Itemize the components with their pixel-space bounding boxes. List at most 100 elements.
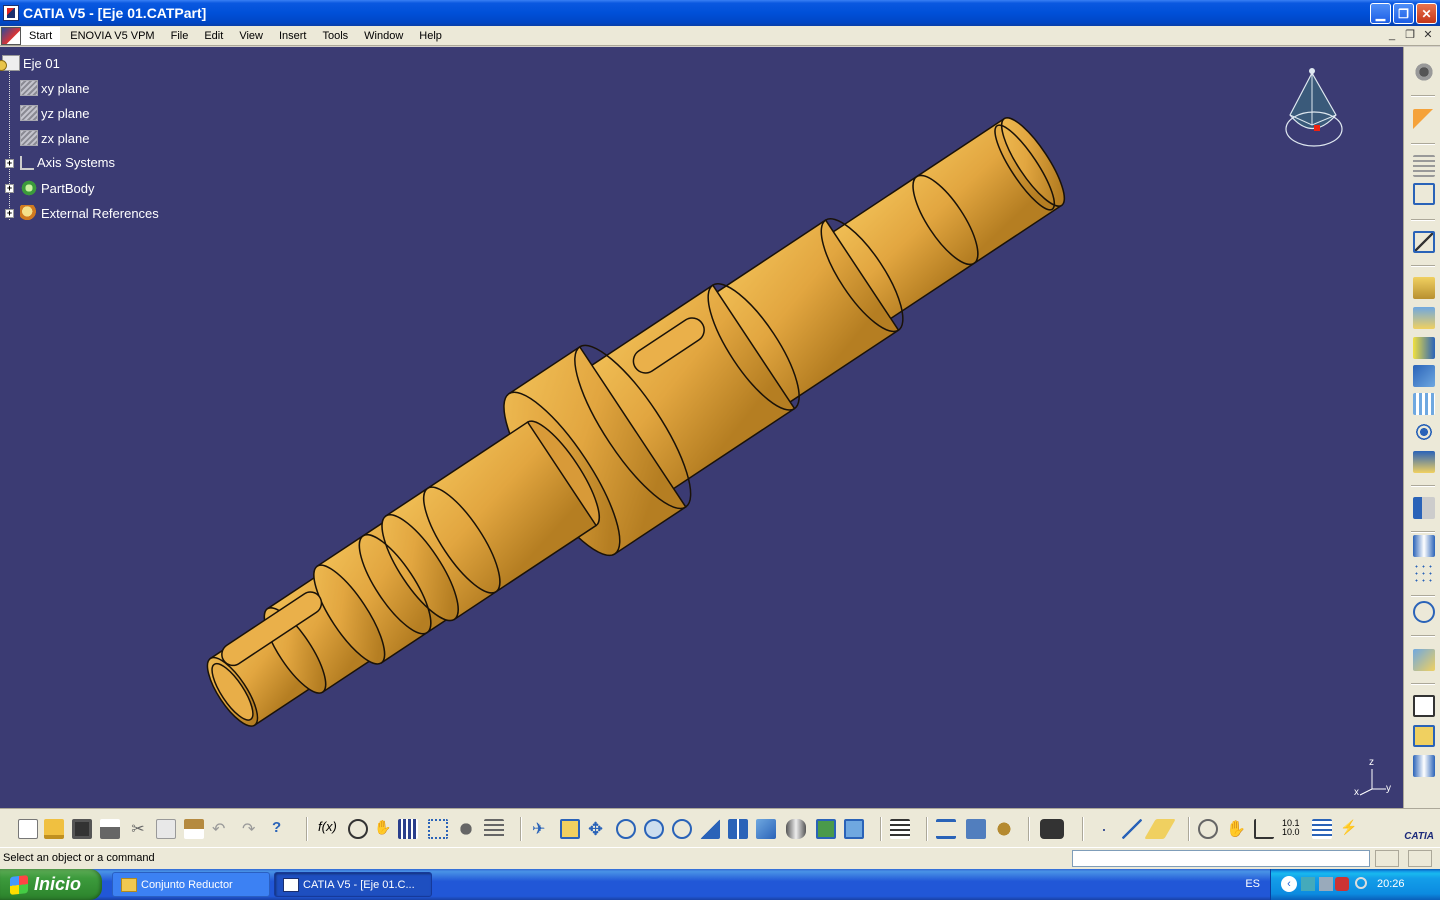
whats-this-icon[interactable]: ?: [272, 819, 292, 839]
inertia-icon[interactable]: [994, 819, 1014, 839]
menu-help[interactable]: Help: [411, 27, 450, 45]
select-arrow-icon[interactable]: [1413, 109, 1435, 131]
fly-icon[interactable]: ✈: [532, 819, 552, 839]
pan-icon[interactable]: ✥: [588, 819, 608, 839]
hide-show-icon[interactable]: [816, 819, 836, 839]
doc-minimize-button[interactable]: _: [1384, 28, 1400, 42]
groove-icon[interactable]: [1413, 365, 1435, 387]
catalog-icon[interactable]: [456, 819, 476, 839]
rib-icon[interactable]: [1413, 421, 1435, 443]
boolean-icon[interactable]: [1413, 649, 1435, 671]
start-label: Inicio: [34, 874, 82, 894]
window-title: CATIA V5 - [Eje 01.CATPart]: [23, 5, 207, 21]
network-icon[interactable]: [1301, 877, 1315, 891]
render-style-icon[interactable]: [786, 819, 806, 839]
fillet-icon[interactable]: [1413, 451, 1435, 473]
menu-insert[interactable]: Insert: [271, 27, 315, 45]
start-button[interactable]: Inicio: [0, 869, 102, 900]
table-icon[interactable]: [1413, 155, 1435, 177]
stop-command-button[interactable]: [1408, 850, 1432, 867]
show-hidden-icons-icon[interactable]: ‹: [1281, 876, 1297, 892]
pad-icon[interactable]: [1413, 277, 1435, 299]
command-input[interactable]: [1072, 850, 1370, 867]
menu-enovia[interactable]: ENOVIA V5 VPM: [62, 27, 162, 45]
shaft-model[interactable]: [0, 47, 1403, 808]
clock[interactable]: 20:26: [1377, 878, 1405, 890]
shaft-icon[interactable]: [1413, 337, 1435, 359]
menu-start[interactable]: Start: [21, 26, 61, 45]
menu-window[interactable]: Window: [356, 27, 411, 45]
volume-icon[interactable]: [1319, 877, 1333, 891]
draft-icon[interactable]: [1413, 535, 1435, 557]
multi-view-icon[interactable]: [728, 819, 748, 839]
doc-restore-button[interactable]: ❐: [1402, 28, 1418, 42]
task-catia[interactable]: CATIA V5 - [Eje 01.C...: [274, 872, 432, 897]
knowledge-icon[interactable]: [348, 819, 368, 839]
menu-view[interactable]: View: [231, 27, 271, 45]
frame-icon[interactable]: [1413, 183, 1435, 205]
undo-icon[interactable]: ↶: [212, 819, 232, 839]
command-list-button[interactable]: [1375, 850, 1399, 867]
save-icon[interactable]: [72, 819, 92, 839]
copy-icon[interactable]: [156, 819, 176, 839]
catia-app-icon[interactable]: [3, 5, 19, 21]
catia-menu-icon[interactable]: [1, 26, 21, 45]
formula-icon[interactable]: f(x): [318, 819, 338, 839]
paste-icon[interactable]: [184, 819, 204, 839]
analysis-icon[interactable]: ⚡: [1340, 819, 1360, 839]
windows-logo-icon: [10, 874, 28, 895]
security-icon[interactable]: [1335, 877, 1349, 891]
hand-icon[interactable]: ✋: [1226, 819, 1246, 839]
print-icon[interactable]: [100, 819, 120, 839]
measure-between-icon[interactable]: [936, 819, 956, 839]
compass-icon[interactable]: [1284, 67, 1348, 151]
open-icon[interactable]: [44, 819, 64, 839]
zoom-out-icon[interactable]: [672, 819, 692, 839]
sketch-icon[interactable]: [1413, 231, 1435, 253]
measure-icon[interactable]: [1413, 755, 1435, 777]
plane-icon[interactable]: [1144, 819, 1176, 839]
restore-button[interactable]: ❐: [1393, 3, 1414, 24]
update-icon[interactable]: [890, 819, 910, 839]
normal-view-icon[interactable]: [700, 819, 720, 839]
table-icon[interactable]: [398, 819, 418, 839]
doc-close-button[interactable]: ✕: [1420, 28, 1436, 42]
menu-file[interactable]: File: [163, 27, 197, 45]
measure-item-icon[interactable]: [966, 819, 986, 839]
cut-icon[interactable]: ✂: [128, 819, 148, 839]
update-tray-icon[interactable]: [1355, 877, 1367, 889]
title-bar[interactable]: CATIA V5 - [Eje 01.CATPart] ▁ ❐ ✕: [0, 0, 1440, 26]
menu-tools[interactable]: Tools: [314, 27, 356, 45]
axis-icon[interactable]: [1254, 819, 1274, 839]
menu-edit[interactable]: Edit: [196, 27, 231, 45]
rotate-icon[interactable]: [616, 819, 636, 839]
capture-icon[interactable]: [1040, 819, 1064, 839]
spiral-icon[interactable]: [1198, 819, 1218, 839]
pocket-icon[interactable]: [1413, 307, 1435, 329]
fit-all-icon[interactable]: [560, 819, 580, 839]
language-indicator[interactable]: ES: [1245, 878, 1260, 890]
zoom-in-icon[interactable]: [644, 819, 664, 839]
redo-icon[interactable]: ↷: [242, 819, 262, 839]
transform-icon[interactable]: [1413, 601, 1435, 623]
pattern-icon[interactable]: [1413, 563, 1435, 585]
product-icon[interactable]: [484, 819, 504, 839]
split-icon[interactable]: [1413, 695, 1435, 717]
hole-icon[interactable]: [1413, 393, 1435, 415]
iso-view-icon[interactable]: [756, 819, 776, 839]
task-conjunto-reductor[interactable]: Conjunto Reductor: [112, 872, 270, 897]
new-icon[interactable]: [18, 819, 38, 839]
close-button[interactable]: ✕: [1416, 3, 1437, 24]
grid-icon[interactable]: [1312, 819, 1332, 839]
3d-viewport[interactable]: Eje 01 xy plane yz plane zx plane + Axis…: [0, 47, 1403, 808]
chamfer-icon[interactable]: [1413, 497, 1435, 519]
light-icon[interactable]: ✋: [374, 819, 394, 839]
sketcher-settings-icon[interactable]: [1413, 61, 1435, 83]
line-icon[interactable]: [1122, 819, 1142, 839]
value-icon[interactable]: 10.1 10.0: [1282, 819, 1302, 839]
swap-space-icon[interactable]: [844, 819, 864, 839]
point-icon[interactable]: ·: [1094, 819, 1114, 839]
thickness-icon[interactable]: [1413, 725, 1435, 747]
tree-icon[interactable]: [428, 819, 448, 839]
minimize-button[interactable]: ▁: [1370, 3, 1391, 24]
